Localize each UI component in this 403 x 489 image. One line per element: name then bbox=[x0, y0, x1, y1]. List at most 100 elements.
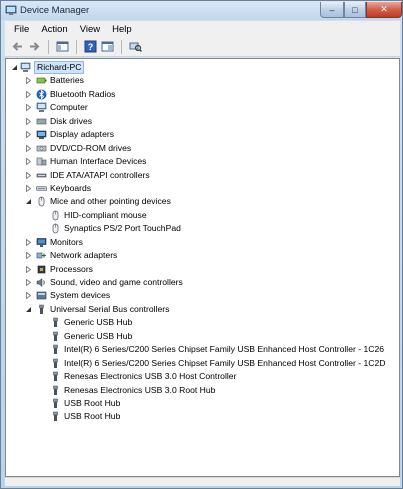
forward-button[interactable] bbox=[27, 39, 42, 54]
tree-device-node[interactable]: USB Root Hub bbox=[6, 410, 399, 423]
expand-triangle-icon[interactable] bbox=[25, 279, 32, 286]
expand-triangle-icon[interactable] bbox=[25, 158, 32, 166]
tree-category-node[interactable]: Processors bbox=[6, 263, 399, 276]
close-button[interactable]: ✕ bbox=[366, 2, 402, 18]
title-bar[interactable]: Device Manager – □ ✕ bbox=[1, 1, 402, 20]
tree-category-node[interactable]: Keyboards bbox=[6, 182, 399, 195]
tree-category-node[interactable]: Disk drives bbox=[6, 115, 399, 128]
device-tree-pane[interactable]: Richard-PC Batteries Bluetooth Radios Compu… bbox=[5, 58, 400, 477]
toolbar-separator bbox=[48, 39, 49, 54]
network-adapter-icon bbox=[36, 252, 46, 259]
computer-name-label: Richard-PC bbox=[34, 61, 85, 74]
device-label: HID-compliant mouse bbox=[64, 209, 147, 220]
collapse-triangle-icon[interactable] bbox=[25, 306, 32, 313]
scan-hardware-button[interactable] bbox=[128, 39, 143, 54]
expand-triangle-icon[interactable] bbox=[25, 104, 32, 112]
menu-action[interactable]: Action bbox=[35, 24, 73, 35]
usb-icon bbox=[53, 331, 58, 341]
help-icon: ? bbox=[84, 40, 97, 53]
menu-help[interactable]: Help bbox=[106, 24, 138, 35]
category-label: Network adapters bbox=[50, 250, 118, 261]
ide-controller-icon bbox=[36, 173, 47, 177]
category-label: Disk drives bbox=[50, 115, 93, 126]
show-hide-console-tree-button[interactable] bbox=[55, 39, 70, 54]
help-button[interactable]: ? bbox=[83, 39, 98, 54]
device-label: Renesas Electronics USB 3.0 Host Control… bbox=[64, 371, 237, 382]
category-label: System devices bbox=[50, 290, 111, 301]
tree-category-node[interactable]: Bluetooth Radios bbox=[6, 88, 399, 101]
category-label: Bluetooth Radios bbox=[50, 88, 116, 99]
menu-view[interactable]: View bbox=[74, 24, 106, 35]
back-button[interactable] bbox=[10, 39, 25, 54]
expand-triangle-icon[interactable] bbox=[25, 238, 32, 246]
expand-triangle-icon[interactable] bbox=[25, 265, 32, 273]
tree-category-node[interactable]: Universal Serial Bus controllers bbox=[6, 303, 399, 316]
expand-triangle-icon[interactable] bbox=[25, 77, 32, 85]
keyboard-icon bbox=[36, 186, 47, 191]
tree-device-node[interactable]: Renesas Electronics USB 3.0 Root Hub bbox=[6, 384, 399, 397]
disk-drive-icon bbox=[36, 118, 47, 125]
tree-category-node[interactable]: Human Interface Devices bbox=[6, 155, 399, 168]
monitor-icon bbox=[36, 237, 47, 247]
tree-category-node[interactable]: System devices bbox=[6, 289, 399, 302]
tree-category-node[interactable]: Sound, video and game controllers bbox=[6, 276, 399, 289]
tree-device-node[interactable]: Renesas Electronics USB 3.0 Host Control… bbox=[6, 370, 399, 383]
tree-category-node[interactable]: Monitors bbox=[6, 236, 399, 249]
tree-device-node[interactable]: HID-compliant mouse bbox=[6, 209, 399, 222]
expand-triangle-icon[interactable] bbox=[25, 117, 32, 125]
tree-device-node[interactable]: Intel(R) 6 Series/C200 Series Chipset Fa… bbox=[6, 343, 399, 356]
mouse-icon bbox=[38, 197, 45, 207]
minimize-button[interactable]: – bbox=[320, 2, 344, 18]
category-label: Display adapters bbox=[50, 129, 115, 140]
display-adapter-icon bbox=[36, 130, 47, 140]
tree-device-node[interactable]: Intel(R) 6 Series/C200 Series Chipset Fa… bbox=[6, 357, 399, 370]
tree-category-node[interactable]: Display adapters bbox=[6, 128, 399, 141]
device-label: Intel(R) 6 Series/C200 Series Chipset Fa… bbox=[64, 344, 385, 355]
menu-bar: File Action View Help bbox=[5, 21, 400, 37]
tree-device-node[interactable]: Generic USB Hub bbox=[6, 316, 399, 329]
tree-category-node[interactable]: Mice and other pointing devices bbox=[6, 195, 399, 208]
expand-triangle-icon[interactable] bbox=[25, 292, 32, 300]
expand-triangle-icon[interactable] bbox=[25, 144, 32, 152]
window-title: Device Manager bbox=[20, 5, 90, 16]
device-tree: Richard-PC Batteries Bluetooth Radios Compu… bbox=[6, 61, 399, 424]
device-manager-window: Device Manager – □ ✕ File Action View He… bbox=[0, 0, 403, 489]
expand-triangle-icon[interactable] bbox=[25, 184, 32, 192]
category-label: Keyboards bbox=[50, 182, 92, 193]
tree-root-node[interactable]: Richard-PC bbox=[6, 61, 399, 74]
tree-category-node[interactable]: Computer bbox=[6, 101, 399, 114]
tree-category-node[interactable]: Batteries bbox=[6, 74, 399, 87]
collapse-triangle-icon[interactable] bbox=[25, 198, 32, 205]
category-label: Batteries bbox=[50, 75, 84, 86]
category-label: Human Interface Devices bbox=[50, 156, 147, 167]
hid-icon bbox=[36, 157, 47, 166]
menu-file[interactable]: File bbox=[8, 24, 35, 35]
toolbar-separator bbox=[76, 39, 77, 54]
collapse-triangle-icon[interactable] bbox=[11, 64, 18, 71]
category-label: Mice and other pointing devices bbox=[50, 196, 171, 207]
expand-triangle-icon[interactable] bbox=[25, 90, 32, 98]
toolbar: ? bbox=[5, 37, 400, 57]
tree-device-node[interactable]: Generic USB Hub bbox=[6, 330, 399, 343]
tree-category-node[interactable]: DVD/CD-ROM drives bbox=[6, 142, 399, 155]
forward-arrow-icon bbox=[30, 42, 40, 51]
processor-icon bbox=[37, 265, 46, 273]
scan-hardware-icon bbox=[129, 42, 142, 52]
properties-button[interactable] bbox=[100, 39, 115, 54]
console-tree-icon bbox=[56, 41, 69, 52]
computer-icon bbox=[20, 62, 31, 72]
mouse-icon bbox=[52, 210, 59, 221]
tree-category-node[interactable]: Network adapters bbox=[6, 249, 399, 262]
tree-category-node[interactable]: IDE ATA/ATAPI controllers bbox=[6, 169, 399, 182]
category-label: Processors bbox=[50, 263, 93, 274]
expand-triangle-icon[interactable] bbox=[25, 131, 32, 139]
expand-triangle-icon[interactable] bbox=[25, 171, 32, 179]
category-label: Computer bbox=[50, 102, 88, 113]
category-label: Monitors bbox=[50, 236, 83, 247]
tree-device-node[interactable]: Synaptics PS/2 Port TouchPad bbox=[6, 222, 399, 235]
expand-triangle-icon[interactable] bbox=[25, 252, 32, 260]
maximize-button[interactable]: □ bbox=[344, 2, 366, 18]
tree-device-node[interactable]: USB Root Hub bbox=[6, 397, 399, 410]
battery-icon bbox=[36, 78, 47, 84]
system-devices-icon bbox=[36, 292, 47, 300]
